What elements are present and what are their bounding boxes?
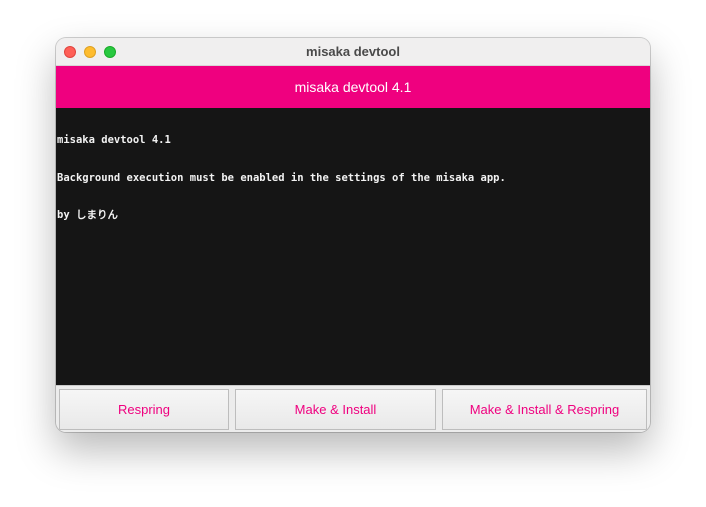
console-output[interactable]: misaka devtool 4.1 Background execution … — [56, 108, 650, 385]
console-line: misaka devtool 4.1 — [57, 134, 171, 146]
app-header: misaka devtool 4.1 — [56, 66, 650, 108]
action-bar: Respring Make & Install Make & Install &… — [56, 385, 650, 432]
respring-button[interactable]: Respring — [59, 389, 229, 430]
console-line: by しまりん — [57, 209, 118, 221]
make-install-respring-button[interactable]: Make & Install & Respring — [442, 389, 647, 430]
title-bar[interactable]: misaka devtool — [56, 38, 650, 66]
app-window: misaka devtool misaka devtool 4.1 misaka… — [56, 38, 650, 432]
console-line: Background execution must be enabled in … — [57, 171, 506, 184]
window-title: misaka devtool — [306, 44, 400, 59]
make-install-button[interactable]: Make & Install — [235, 389, 436, 430]
